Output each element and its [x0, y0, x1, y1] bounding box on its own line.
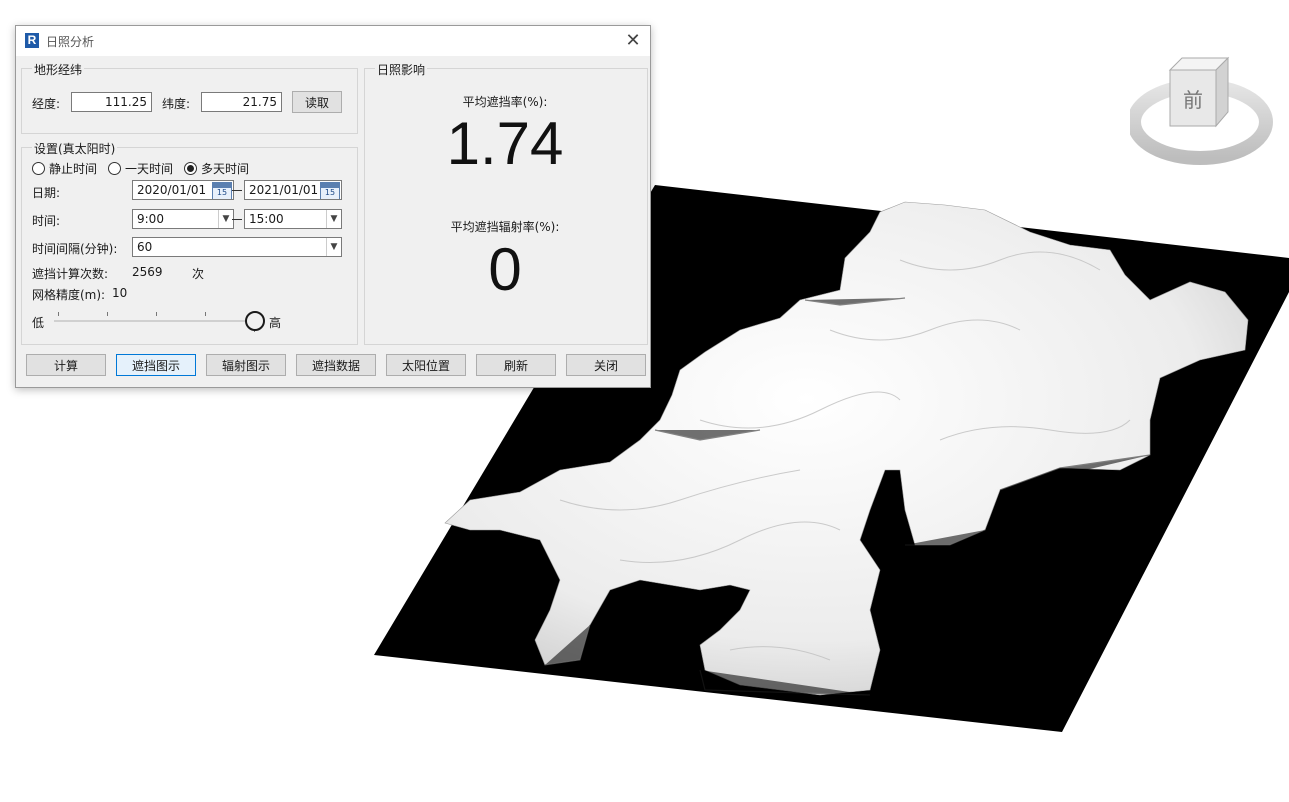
slider-tick [156, 312, 157, 316]
calendar-icon[interactable]: 15 [320, 182, 340, 199]
latitude-input[interactable]: 21.75 [201, 92, 282, 112]
date-start-picker[interactable]: 2020/01/01 15 [132, 180, 234, 200]
interval-value: 60 [137, 240, 153, 254]
date-start-value: 2020/01/01 [137, 183, 207, 197]
grid-precision-label: 网格精度(m): [32, 288, 106, 302]
close-icon[interactable]: ✕ [620, 29, 646, 53]
time-label: 时间: [32, 214, 61, 228]
interval-select[interactable]: 60 ▼ [132, 237, 342, 257]
shade-count-value: 2569 [132, 265, 163, 279]
chevron-down-icon[interactable]: ▼ [218, 210, 233, 228]
slider-tick [107, 312, 108, 316]
view-cube-face-label: 前 [1183, 88, 1203, 112]
radiation-map-button[interactable]: 辐射图示 [206, 354, 286, 376]
refresh-button[interactable]: 刷新 [476, 354, 556, 376]
radio-multi-day[interactable] [184, 162, 197, 175]
sunlight-analysis-dialog: R 日照分析 ✕ 地形经纬 经度: 111.25 纬度: 21.75 读取 设置… [15, 25, 651, 388]
longitude-input[interactable]: 111.25 [71, 92, 152, 112]
chevron-down-icon[interactable]: ▼ [326, 210, 341, 228]
longitude-label: 经度: [32, 97, 61, 111]
view-cube[interactable]: 前 [1130, 50, 1280, 170]
title-bar[interactable]: R 日照分析 ✕ [16, 26, 650, 56]
date-end-value: 2021/01/01 [249, 183, 319, 197]
latitude-label: 纬度: [162, 97, 191, 111]
close-button[interactable]: 关闭 [566, 354, 646, 376]
radio-one-day-label[interactable]: 一天时间 [125, 160, 173, 177]
shade-data-button[interactable]: 遮挡数据 [296, 354, 376, 376]
date-label: 日期: [32, 186, 61, 200]
shade-count-unit: 次 [192, 267, 205, 281]
calendar-icon[interactable]: 15 [212, 182, 232, 199]
terrain-coords-group-title: 地形经纬 [32, 61, 85, 78]
dialog-title: 日照分析 [46, 35, 95, 49]
time-start-value: 9:00 [137, 212, 164, 226]
grid-precision-value: 10 [112, 286, 128, 300]
time-end-value: 15:00 [249, 212, 284, 226]
date-range-dash [232, 190, 242, 191]
time-start-select[interactable]: 9:00 ▼ [132, 209, 234, 229]
slider-high-label: 高 [269, 316, 282, 330]
sun-position-button[interactable]: 太阳位置 [386, 354, 466, 376]
read-button[interactable]: 读取 [292, 91, 342, 113]
avg-shade-rate-value: 1.74 [446, 110, 564, 177]
slider-tick [58, 312, 59, 316]
interval-label: 时间间隔(分钟): [32, 242, 118, 256]
slider-low-label: 低 [32, 316, 45, 330]
sunlight-impact-group-title: 日照影响 [375, 61, 428, 78]
shade-count-label: 遮挡计算次数: [32, 267, 109, 281]
view-cube-side [1215, 56, 1229, 128]
slider-tick [205, 312, 206, 316]
precision-slider-thumb[interactable] [245, 311, 265, 331]
precision-slider-track[interactable] [54, 320, 254, 322]
radio-one-day[interactable] [108, 162, 121, 175]
time-range-dash [232, 219, 242, 220]
time-end-select[interactable]: 15:00 ▼ [244, 209, 342, 229]
calculate-button[interactable]: 计算 [26, 354, 106, 376]
date-end-picker[interactable]: 2021/01/01 15 [244, 180, 342, 200]
radio-static-time[interactable] [32, 162, 45, 175]
settings-group-title: 设置(真太阳时) [32, 140, 118, 157]
chevron-down-icon[interactable]: ▼ [326, 238, 341, 256]
shade-map-button[interactable]: 遮挡图示 [116, 354, 196, 376]
revit-app-icon: R [25, 33, 39, 48]
avg-radiation-shade-rate-value: 0 [488, 236, 522, 303]
radio-multi-day-label[interactable]: 多天时间 [201, 160, 249, 177]
radio-static-time-label[interactable]: 静止时间 [49, 160, 97, 177]
